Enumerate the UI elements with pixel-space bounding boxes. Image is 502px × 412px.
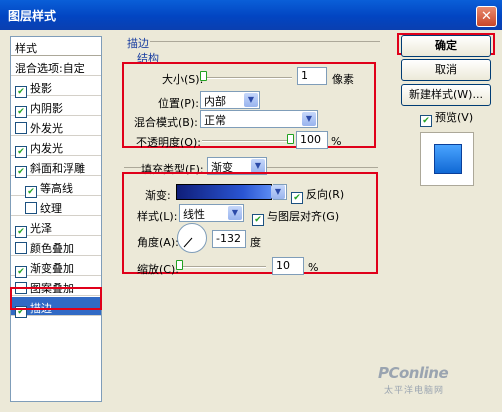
chevron-down-icon: ▼ [251, 159, 265, 173]
sidebar-item[interactable]: 外发光 [11, 117, 101, 136]
angle-needle-icon [183, 237, 193, 248]
scale-label: 缩放(C): [137, 263, 179, 276]
chevron-down-icon: ▼ [302, 112, 316, 126]
sidebar-item[interactable]: ✔ 光泽 [11, 217, 101, 238]
checkbox-icon[interactable] [15, 242, 27, 254]
sidebar-item-label: 内发光 [30, 142, 63, 155]
blend-mode-select[interactable]: 正常 ▼ [200, 110, 318, 128]
size-input[interactable]: 1 [297, 67, 327, 85]
new-style-button[interactable]: 新建样式(W)... [401, 84, 491, 106]
sidebar-item[interactable]: 颜色叠加 [11, 237, 101, 256]
angle-dial[interactable] [177, 223, 207, 253]
scale-slider-track[interactable] [178, 266, 266, 268]
checkbox-icon[interactable] [15, 122, 27, 134]
preview-label: 预览(V) [435, 111, 474, 124]
opacity-slider-track[interactable] [202, 140, 290, 142]
title-bar[interactable]: 图层样式 ✕ [0, 0, 502, 30]
sidebar-item-label: 混合选项:自定 [15, 62, 85, 75]
chevron-down-icon: ▼ [271, 185, 285, 199]
opacity-slider-thumb[interactable] [287, 134, 294, 144]
sidebar-item[interactable]: ✔ 斜面和浮雕 [11, 157, 101, 178]
position-select[interactable]: 内部 ▼ [200, 91, 260, 109]
align-label: 与图层对齐(G) [267, 210, 340, 223]
checkbox-icon: ✔ [420, 115, 432, 127]
sidebar-item-label: 光泽 [30, 222, 52, 235]
style-select[interactable]: 线性 ▼ [179, 204, 244, 222]
angle-unit: 度 [250, 236, 261, 249]
opacity-unit: % [331, 135, 342, 148]
watermark-logo: PConline [378, 364, 449, 382]
section-divider [150, 41, 380, 42]
angle-label: 角度(A): [137, 236, 179, 249]
sidebar-item[interactable]: ✔ 投影 [11, 77, 101, 98]
position-value: 内部 [204, 95, 226, 108]
watermark-subtitle: 太平洋电脑网 [384, 386, 445, 396]
sidebar-item[interactable]: ✔ 内阴影 [11, 97, 101, 118]
size-label: 大小(S): [162, 73, 204, 86]
position-label: 位置(P): [158, 97, 199, 110]
opacity-label: 不透明度(O): [136, 136, 201, 149]
style-value: 线性 [183, 208, 205, 221]
styles-sidebar: 样式 混合选项:自定 ✔ 投影 ✔ 内阴影外发光 ✔ 内发光 ✔ 斜面和浮雕 ✔ 等高线纹理 ✔ 光泽… [10, 36, 102, 402]
close-icon: ✕ [481, 9, 492, 24]
sidebar-item-label: 外发光 [30, 122, 63, 135]
align-checkbox[interactable]: ✔ 与图层对齐(G) [252, 208, 339, 226]
size-slider-thumb[interactable] [200, 71, 207, 81]
cancel-button[interactable]: 取消 [401, 59, 491, 81]
sidebar-item-label: 颜色叠加 [30, 242, 74, 255]
scale-input[interactable]: 10 [272, 257, 304, 275]
sidebar-item-label: 投影 [30, 82, 52, 95]
styles-header: 样式 [11, 37, 101, 56]
checkbox-icon: ✔ [291, 192, 303, 204]
sidebar-item[interactable]: ✔ 渐变叠加 [11, 257, 101, 278]
style-label: 样式(L): [137, 210, 178, 223]
close-button[interactable]: ✕ [476, 6, 497, 27]
gradient-picker-button[interactable]: ▼ [271, 184, 287, 200]
reverse-checkbox[interactable]: ✔ 反向(R) [291, 186, 344, 204]
sidebar-item-label: 斜面和浮雕 [30, 162, 85, 175]
highlight-stroke-item [10, 287, 102, 310]
ok-button[interactable]: 确定 [401, 35, 491, 57]
size-slider-track[interactable] [204, 77, 292, 79]
chevron-down-icon: ▼ [228, 206, 242, 220]
checkbox-icon[interactable] [25, 202, 37, 214]
sidebar-item[interactable]: 纹理 [11, 197, 101, 216]
reverse-label: 反向(R) [306, 188, 345, 201]
gradient-swatch[interactable] [176, 184, 272, 200]
sidebar-item[interactable]: ✔ 等高线 [11, 177, 101, 198]
sidebar-item[interactable]: ✔ 内发光 [11, 137, 101, 158]
preview-swatch [434, 144, 462, 174]
angle-input[interactable]: -132 [212, 230, 246, 248]
sidebar-item-label: 内阴影 [30, 102, 63, 115]
preview-checkbox[interactable]: ✔ 预览(V) [420, 109, 473, 127]
gradient-label: 渐变: [145, 189, 171, 202]
style-preview [420, 132, 474, 186]
opacity-input[interactable]: 100 [296, 131, 328, 149]
checkbox-icon: ✔ [252, 214, 264, 226]
stroke-section-title: 描边 [127, 37, 149, 50]
size-unit: 像素 [332, 73, 354, 86]
chevron-down-icon: ▼ [244, 93, 258, 107]
scale-slider-thumb[interactable] [176, 260, 183, 270]
window-title: 图层样式 [8, 9, 57, 23]
sidebar-item-label: 纹理 [40, 202, 62, 215]
scale-unit: % [308, 261, 319, 274]
sidebar-item-label: 等高线 [40, 182, 73, 195]
sidebar-item-label: 渐变叠加 [30, 262, 74, 275]
blend-mode-label: 混合模式(B): [134, 116, 198, 129]
sidebar-item-blend-options[interactable]: 混合选项:自定 [11, 57, 101, 76]
blend-mode-value: 正常 [204, 114, 226, 127]
